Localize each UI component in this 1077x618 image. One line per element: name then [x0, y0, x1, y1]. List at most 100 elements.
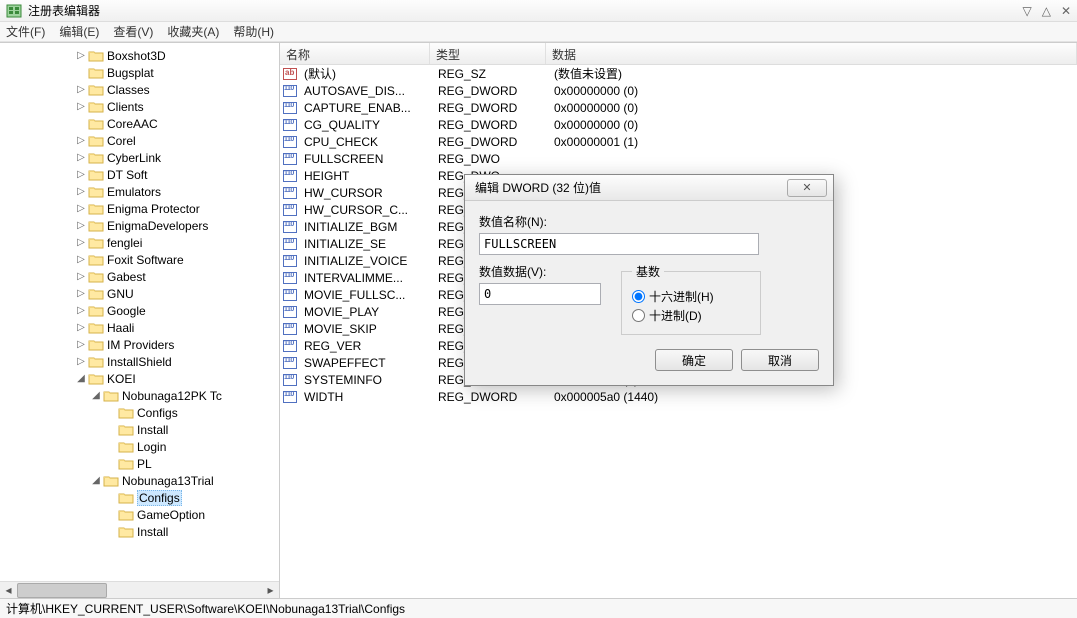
folder-icon: [88, 219, 104, 233]
expander-icon[interactable]: ◢: [75, 373, 87, 384]
tree-item[interactable]: ▷Haali: [0, 319, 279, 336]
tree-item[interactable]: ▷Clients: [0, 98, 279, 115]
tree-item[interactable]: GameOption: [0, 506, 279, 523]
tree-item-label: Bugsplat: [107, 66, 154, 80]
expander-icon[interactable]: ▷: [75, 356, 87, 367]
expander-icon[interactable]: ▷: [75, 288, 87, 299]
col-data[interactable]: 数据: [546, 43, 1077, 64]
tree-item-label: Google: [107, 304, 146, 318]
tree-item[interactable]: ▷Enigma Protector: [0, 200, 279, 217]
expander-icon[interactable]: ▷: [75, 101, 87, 112]
expander-icon[interactable]: ◢: [90, 475, 102, 486]
menu-file[interactable]: 文件(F): [6, 23, 45, 40]
tree-item-label: Corel: [107, 134, 136, 148]
folder-icon: [88, 134, 104, 148]
tree-item[interactable]: ▷Boxshot3D: [0, 47, 279, 64]
value-row[interactable]: (默认)REG_SZ(数值未设置): [280, 65, 1077, 82]
hex-radio[interactable]: [632, 290, 645, 303]
tree-item[interactable]: ▷DT Soft: [0, 166, 279, 183]
col-name[interactable]: 名称: [280, 43, 430, 64]
expander-icon[interactable]: ▷: [75, 271, 87, 282]
dialog-close-button[interactable]: ✕: [787, 179, 827, 197]
folder-icon: [103, 389, 119, 403]
tree-item[interactable]: Login: [0, 438, 279, 455]
tree-item-label: CoreAAC: [107, 117, 158, 131]
expander-icon[interactable]: ▷: [75, 237, 87, 248]
close-button[interactable]: ✕: [1061, 4, 1071, 18]
dialog-titlebar[interactable]: 编辑 DWORD (32 位)值 ✕: [465, 175, 833, 201]
value-row[interactable]: AUTOSAVE_DIS...REG_DWORD0x00000000 (0): [280, 82, 1077, 99]
tree-item[interactable]: Bugsplat: [0, 64, 279, 81]
expander-icon[interactable]: ▷: [75, 135, 87, 146]
dialog-title: 编辑 DWORD (32 位)值: [475, 179, 601, 196]
tree-item[interactable]: ▷ Corel: [0, 132, 279, 149]
value-type-icon: [282, 68, 298, 80]
value-data: 0x00000000 (0): [548, 101, 1077, 115]
expander-icon[interactable]: ◢: [90, 390, 102, 401]
value-row[interactable]: CPU_CHECKREG_DWORD0x00000001 (1): [280, 133, 1077, 150]
value-name: CG_QUALITY: [298, 118, 432, 132]
expander-icon[interactable]: ▷: [75, 254, 87, 265]
expander-icon[interactable]: ▷: [75, 152, 87, 163]
value-row[interactable]: CAPTURE_ENAB...REG_DWORD0x00000000 (0): [280, 99, 1077, 116]
tree-item-label: KOEI: [107, 372, 136, 386]
tree-item[interactable]: ▷Emulators: [0, 183, 279, 200]
tree-item[interactable]: ▷Classes: [0, 81, 279, 98]
dec-radio[interactable]: [632, 309, 645, 322]
tree-item[interactable]: ◢ Nobunaga13Trial: [0, 472, 279, 489]
tree-item[interactable]: ▷Gabest: [0, 268, 279, 285]
tree-item[interactable]: Configs: [0, 404, 279, 421]
horizontal-scrollbar[interactable]: ◂ ▸: [0, 581, 279, 598]
expander-icon[interactable]: ▷: [75, 186, 87, 197]
tree-item[interactable]: Install: [0, 523, 279, 540]
value-row[interactable]: WIDTHREG_DWORD0x000005a0 (1440): [280, 388, 1077, 405]
scroll-right-arrow[interactable]: ▸: [262, 582, 279, 599]
col-type[interactable]: 类型: [430, 43, 546, 64]
menu-help[interactable]: 帮助(H): [233, 23, 274, 40]
tree-item[interactable]: ▷InstallShield: [0, 353, 279, 370]
tree-item[interactable]: ▷GNU: [0, 285, 279, 302]
tree-item[interactable]: Configs: [0, 489, 279, 506]
tree-item[interactable]: CoreAAC: [0, 115, 279, 132]
tree-item[interactable]: ▷EnigmaDevelopers: [0, 217, 279, 234]
menu-favorites[interactable]: 收藏夹(A): [167, 23, 219, 40]
tree-item-label: Login: [137, 440, 166, 454]
cancel-button[interactable]: 取消: [741, 349, 819, 371]
scroll-track[interactable]: [17, 583, 262, 598]
tree-item[interactable]: ▷ Google: [0, 302, 279, 319]
menu-edit[interactable]: 编辑(E): [59, 23, 99, 40]
ok-button[interactable]: 确定: [655, 349, 733, 371]
value-data: (数值未设置): [548, 65, 1077, 82]
base-fieldset: 基数 十六进制(H) 十进制(D): [621, 263, 761, 335]
expander-icon[interactable]: ▷: [75, 50, 87, 61]
value-row[interactable]: CG_QUALITYREG_DWORD0x00000000 (0): [280, 116, 1077, 133]
tree-item-label: Nobunaga13Trial: [122, 474, 214, 488]
tree-item[interactable]: ▷CyberLink: [0, 149, 279, 166]
scroll-thumb[interactable]: [17, 583, 107, 598]
menu-view[interactable]: 查看(V): [113, 23, 153, 40]
expander-icon[interactable]: ▷: [75, 169, 87, 180]
value-row[interactable]: FULLSCREENREG_DWO: [280, 150, 1077, 167]
tree-item[interactable]: ▷fenglei: [0, 234, 279, 251]
expander-icon[interactable]: ▷: [75, 203, 87, 214]
tree-item[interactable]: PL: [0, 455, 279, 472]
value-name-input[interactable]: [479, 233, 759, 255]
expander-icon[interactable]: ▷: [75, 339, 87, 350]
expander-icon[interactable]: ▷: [75, 220, 87, 231]
value-data-input[interactable]: [479, 283, 601, 305]
tree-item-label: PL: [137, 457, 152, 471]
tree[interactable]: ▷Boxshot3D Bugsplat▷Classes▷Clients CoreAA…: [0, 43, 279, 570]
value-name: REG_VER: [298, 339, 432, 353]
expander-icon[interactable]: ▷: [75, 305, 87, 316]
value-name: MOVIE_SKIP: [298, 322, 432, 336]
tree-item[interactable]: Install: [0, 421, 279, 438]
expander-icon[interactable]: ▷: [75, 84, 87, 95]
tree-item[interactable]: ▷IM Providers: [0, 336, 279, 353]
scroll-left-arrow[interactable]: ◂: [0, 582, 17, 599]
minimize-button[interactable]: ▽: [1022, 4, 1031, 18]
expander-icon[interactable]: ▷: [75, 322, 87, 333]
tree-item[interactable]: ◢Nobunaga12PK Tc: [0, 387, 279, 404]
maximize-button[interactable]: △: [1042, 4, 1051, 18]
tree-item[interactable]: ▷Foxit Software: [0, 251, 279, 268]
tree-item[interactable]: ◢ KOEI: [0, 370, 279, 387]
